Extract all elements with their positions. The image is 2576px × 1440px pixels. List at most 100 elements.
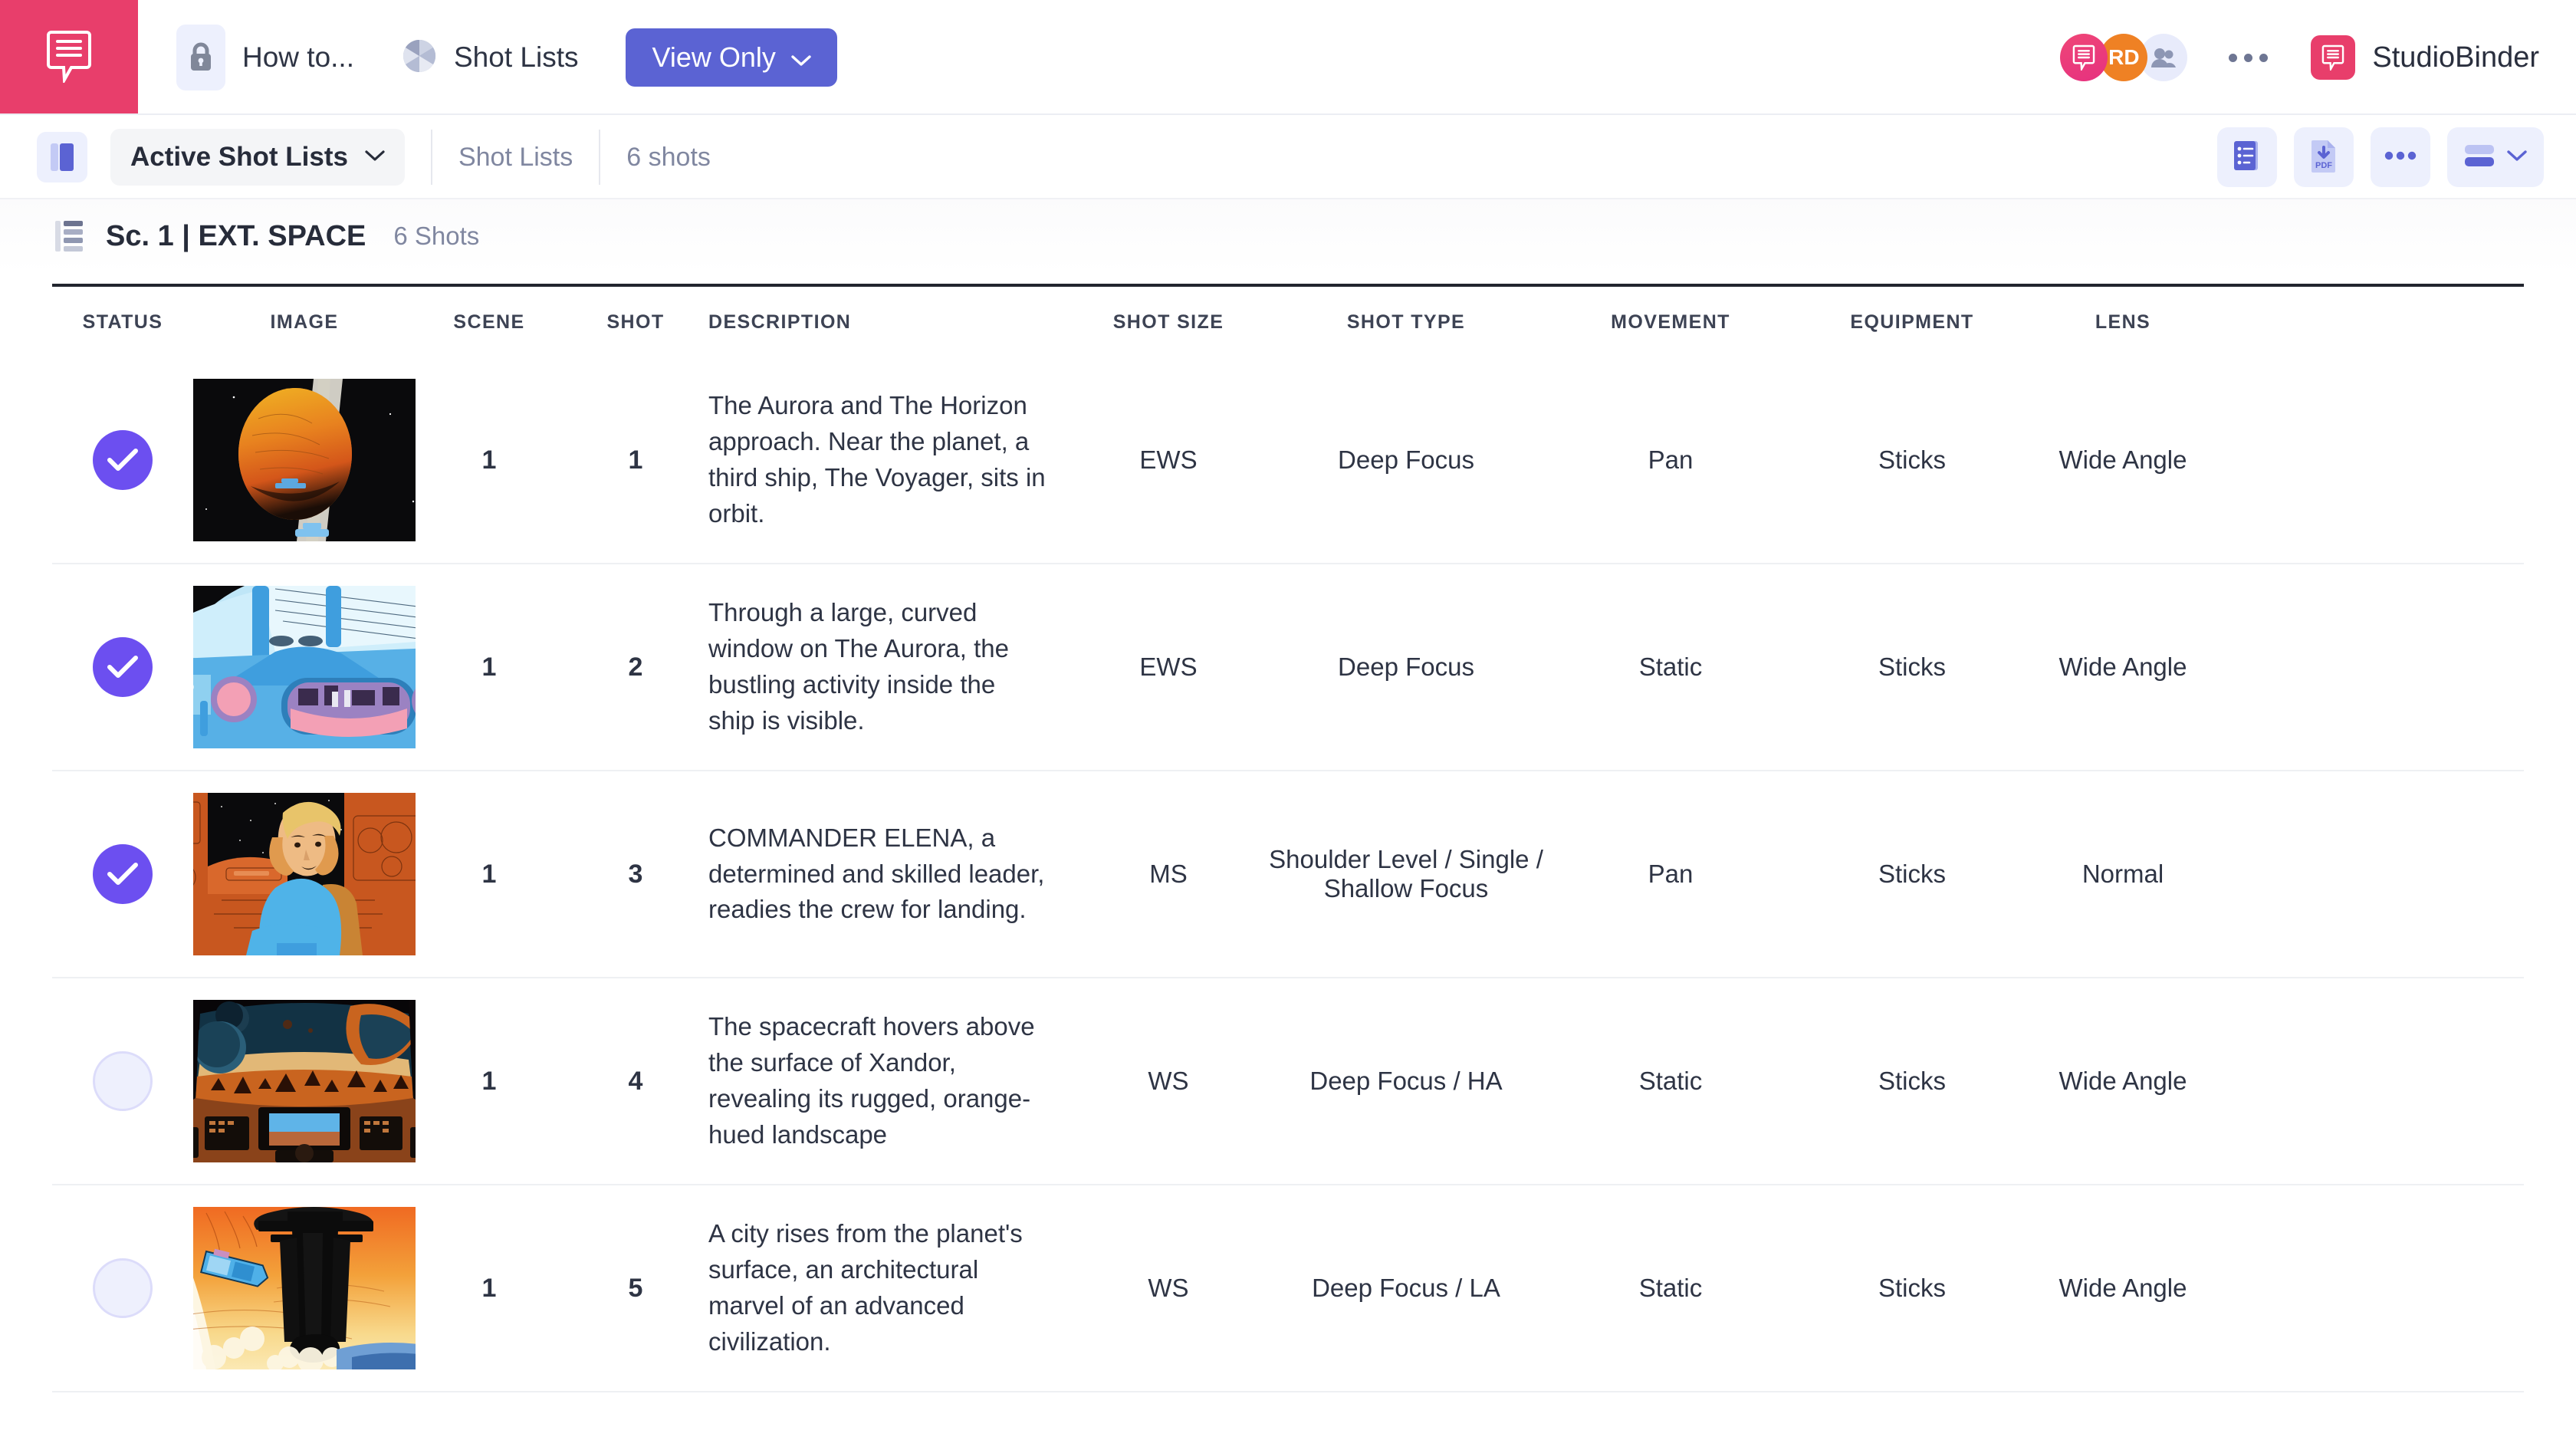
lock-icon	[176, 25, 225, 90]
more-options-button[interactable]	[2371, 127, 2430, 187]
row-layout-icon	[2463, 142, 2496, 173]
image-cell	[193, 586, 416, 748]
notebook-list-icon	[2232, 139, 2262, 176]
breadcrumb-shot-count: 6 shots	[626, 143, 711, 173]
column-header-scene[interactable]: SCENE	[416, 311, 563, 334]
active-shot-lists-selector[interactable]: Active Shot Lists	[110, 129, 405, 186]
shot-description[interactable]: A city rises from the planet's surface, …	[708, 1216, 1069, 1359]
side-panel-icon[interactable]	[37, 132, 87, 182]
shot-size[interactable]: EWS	[1069, 653, 1268, 682]
table-row[interactable]: 1 4 The spacecraft hovers above the surf…	[52, 978, 2524, 1185]
lens[interactable]: Wide Angle	[2027, 653, 2219, 682]
project-button[interactable]: How to...	[176, 25, 354, 90]
list-view-button[interactable]	[2217, 127, 2277, 187]
shot-size[interactable]: EWS	[1069, 445, 1268, 475]
lens[interactable]: Wide Angle	[2027, 1274, 2219, 1303]
column-header-shot-size[interactable]: SHOT SIZE	[1069, 311, 1268, 334]
planet-orbit-thumbnail[interactable]	[193, 379, 416, 541]
ship-interior-window-thumbnail[interactable]	[193, 586, 416, 748]
equipment[interactable]: Sticks	[1797, 445, 2027, 475]
column-header-equipment[interactable]: EQUIPMENT	[1797, 311, 2027, 334]
movement[interactable]: Pan	[1544, 860, 1797, 889]
lens[interactable]: Normal	[2027, 860, 2219, 889]
status-cell	[52, 844, 193, 904]
avatar[interactable]	[2060, 34, 2108, 81]
check-icon	[107, 448, 139, 472]
status-cell	[52, 1258, 193, 1318]
equipment[interactable]: Sticks	[1797, 860, 2027, 889]
top-bar: How to... Shot Lists View Only	[0, 0, 2576, 115]
breadcrumb-section[interactable]: Shot Lists	[458, 143, 573, 173]
sub-toolbar-actions: PDF	[2217, 127, 2544, 187]
scene-number: 1	[416, 445, 563, 475]
table-row[interactable]: 1 1 The Aurora and The Horizon approach.…	[52, 357, 2524, 564]
shot-type[interactable]: Shoulder Level / Single / Shallow Focus	[1268, 845, 1544, 903]
table-row[interactable]: 1 2 Through a large, curved window on Th…	[52, 564, 2524, 771]
shot-lists-nav-button[interactable]: Shot Lists	[402, 38, 578, 77]
lens[interactable]: Wide Angle	[2027, 445, 2219, 475]
sub-toolbar: Active Shot Lists Shot Lists 6 shots	[0, 115, 2576, 199]
movement[interactable]: Static	[1544, 653, 1797, 682]
movement[interactable]: Pan	[1544, 445, 1797, 475]
pdf-download-icon: PDF	[2308, 138, 2339, 177]
lens[interactable]: Wide Angle	[2027, 1067, 2219, 1096]
shot-type[interactable]: Deep Focus / LA	[1268, 1274, 1544, 1303]
image-cell	[193, 1207, 416, 1369]
check-icon	[107, 655, 139, 679]
scene-number: 1	[416, 860, 563, 889]
shot-type[interactable]: Deep Focus	[1268, 445, 1544, 475]
alien-city-tower-thumbnail[interactable]	[193, 1207, 416, 1369]
shot-description[interactable]: Through a large, curved window on The Au…	[708, 595, 1069, 738]
movement[interactable]: Static	[1544, 1067, 1797, 1096]
shot-description[interactable]: COMMANDER ELENA, a determined and skille…	[708, 820, 1069, 929]
avatar-group[interactable]: RD	[2060, 34, 2180, 81]
shot-description[interactable]: The Aurora and The Horizon approach. Nea…	[708, 388, 1069, 531]
column-header-shot[interactable]: SHOT	[563, 311, 708, 334]
shot-size[interactable]: WS	[1069, 1274, 1268, 1303]
download-pdf-button[interactable]: PDF	[2294, 127, 2354, 187]
studiobinder-logo-icon	[45, 29, 93, 87]
table-row[interactable]: 1 5 A city rises from the planet's surfa…	[52, 1185, 2524, 1392]
status-checkbox[interactable]	[93, 1051, 153, 1111]
shot-size[interactable]: WS	[1069, 1067, 1268, 1096]
dot	[2244, 54, 2252, 62]
shot-description[interactable]: The spacecraft hovers above the surface …	[708, 1009, 1069, 1152]
shot-number: 2	[563, 653, 708, 682]
image-cell	[193, 379, 416, 541]
status-checkbox[interactable]	[93, 430, 153, 490]
check-icon	[107, 862, 139, 886]
column-header-description[interactable]: DESCRIPTION	[708, 311, 1069, 334]
column-header-shot-type[interactable]: SHOT TYPE	[1268, 311, 1544, 334]
chevron-down-icon	[2506, 149, 2528, 166]
top-bar-right-group: RD StudioBinder	[2060, 0, 2576, 115]
scene-number: 1	[416, 653, 563, 682]
brand-block[interactable]	[0, 0, 138, 115]
shot-type[interactable]: Deep Focus	[1268, 653, 1544, 682]
column-header-movement[interactable]: MOVEMENT	[1544, 311, 1797, 334]
movement[interactable]: Static	[1544, 1274, 1797, 1303]
equipment[interactable]: Sticks	[1797, 1067, 2027, 1096]
scene-shot-count: 6 Shots	[393, 222, 479, 251]
view-only-button[interactable]: View Only	[626, 28, 836, 87]
scene-list-icon	[54, 218, 84, 255]
shot-type[interactable]: Deep Focus / HA	[1268, 1067, 1544, 1096]
studiobinder-logo-icon	[2311, 35, 2355, 80]
shot-size[interactable]: MS	[1069, 860, 1268, 889]
column-header-lens[interactable]: LENS	[2027, 311, 2219, 334]
commander-elena-thumbnail[interactable]	[193, 793, 416, 955]
equipment[interactable]: Sticks	[1797, 653, 2027, 682]
cockpit-xandor-surface-thumbnail[interactable]	[193, 1000, 416, 1162]
page-title: Sc. 1 | EXT. SPACE	[106, 220, 366, 253]
image-cell	[193, 793, 416, 955]
status-checkbox[interactable]	[93, 637, 153, 697]
status-checkbox[interactable]	[93, 844, 153, 904]
equipment[interactable]: Sticks	[1797, 1274, 2027, 1303]
more-horizontal-icon[interactable]	[2229, 54, 2268, 62]
column-header-image[interactable]: IMAGE	[193, 311, 416, 334]
layout-view-button[interactable]	[2447, 127, 2544, 187]
column-header-status[interactable]: STATUS	[52, 311, 193, 334]
view-only-label: View Only	[652, 41, 775, 74]
status-checkbox[interactable]	[93, 1258, 153, 1318]
table-row[interactable]: 1 3 COMMANDER ELENA, a determined and sk…	[52, 771, 2524, 978]
shot-number: 3	[563, 860, 708, 889]
